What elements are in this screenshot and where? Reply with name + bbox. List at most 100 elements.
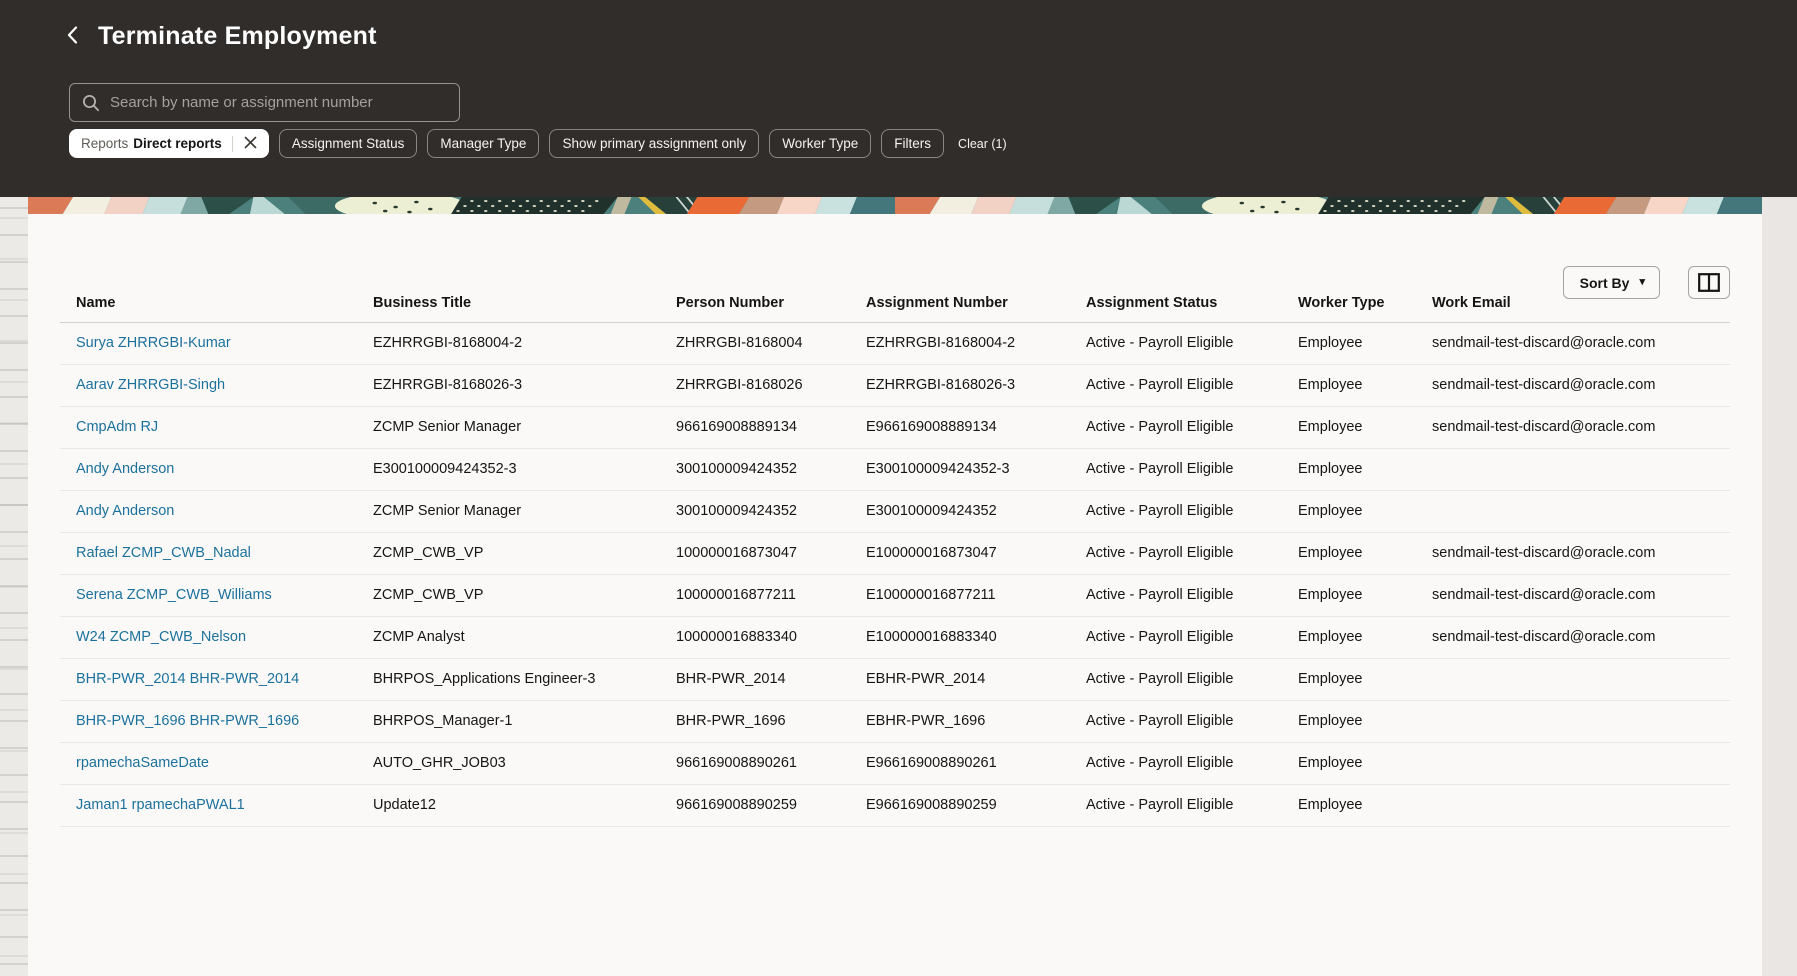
employee-name-link[interactable]: Rafael ZCMP_CWB_Nadal: [76, 545, 251, 561]
worker-type-cell: Employee: [1282, 574, 1416, 617]
assignment-number-cell: E300100009424352: [850, 490, 1070, 533]
table-row: rpamechaSameDate AUTO_GHR_JOB03 96616900…: [60, 742, 1730, 785]
column-header-name: Name: [60, 284, 357, 323]
person-number-cell: ZHRRGBI-8168004: [660, 322, 850, 365]
assignment-status-cell: Active - Payroll Eligible: [1070, 658, 1282, 701]
person-number-cell: ZHRRGBI-8168026: [660, 364, 850, 407]
active-filter-chip-reports[interactable]: Reports Direct reports: [69, 129, 269, 158]
employee-name-link[interactable]: W24 ZCMP_CWB_Nelson: [76, 629, 246, 645]
assignment-status-cell: Active - Payroll Eligible: [1070, 490, 1282, 533]
person-number-cell: 966169008890261: [660, 742, 850, 785]
assignment-number-cell: EZHRRGBI-8168004-2: [850, 322, 1070, 365]
chevron-left-icon: [67, 26, 78, 47]
person-number-cell: 100000016883340: [660, 616, 850, 659]
assignment-status-cell: Active - Payroll Eligible: [1070, 448, 1282, 491]
worker-type-cell: Employee: [1282, 322, 1416, 365]
worker-type-cell: Employee: [1282, 616, 1416, 659]
employee-name-link[interactable]: rpamechaSameDate: [76, 755, 209, 771]
work-email-cell: [1416, 784, 1730, 827]
clear-filters-link[interactable]: Clear (1): [958, 137, 1007, 151]
assignment-number-cell: E300100009424352-3: [850, 448, 1070, 491]
employee-name-link[interactable]: BHR-PWR_1696 BHR-PWR_1696: [76, 713, 299, 729]
table-row: Jaman1 rpamechaPWAL1 Update12 9661690088…: [60, 784, 1730, 827]
filter-chip-assignment-status[interactable]: Assignment Status: [278, 129, 418, 158]
table-row: Andy Anderson E300100009424352-3 3001000…: [60, 448, 1730, 491]
business-title-cell: AUTO_GHR_JOB03: [357, 742, 660, 785]
search-icon: [82, 94, 100, 112]
filter-chip-manager-type[interactable]: Manager Type: [427, 129, 540, 158]
worker-type-cell: Employee: [1282, 784, 1416, 827]
worker-type-cell: Employee: [1282, 406, 1416, 449]
results-panel: Sort By ▾ Name Business Title Person Num…: [28, 214, 1762, 976]
column-header-assignment-status: Assignment Status: [1070, 284, 1282, 323]
employee-name-link[interactable]: Serena ZCMP_CWB_Williams: [76, 587, 272, 603]
worker-type-cell: Employee: [1282, 742, 1416, 785]
employee-name-link[interactable]: CmpAdm RJ: [76, 419, 158, 435]
person-number-cell: 100000016873047: [660, 532, 850, 575]
table-row: Serena ZCMP_CWB_Williams ZCMP_CWB_VP 100…: [60, 574, 1730, 617]
table-row: CmpAdm RJ ZCMP Senior Manager 9661690088…: [60, 406, 1730, 449]
search-box[interactable]: [69, 83, 460, 122]
assignment-number-cell: EBHR-PWR_1696: [850, 700, 1070, 743]
back-button[interactable]: [60, 23, 84, 51]
app-header: Terminate Employment Reports Direct repo…: [0, 0, 1797, 197]
assignment-status-cell: Active - Payroll Eligible: [1070, 574, 1282, 617]
business-title-cell: ZCMP Senior Manager: [357, 406, 660, 449]
table-row: BHR-PWR_2014 BHR-PWR_2014 BHRPOS_Applica…: [60, 658, 1730, 701]
column-header-business-title: Business Title: [357, 284, 660, 323]
filter-chips-row: Reports Direct reports Assignment Status…: [69, 129, 1007, 158]
work-email-cell: [1416, 700, 1730, 743]
search-input[interactable]: [110, 94, 447, 111]
table-body: Surya ZHRRGBI-Kumar EZHRRGBI-8168004-2 Z…: [60, 322, 1730, 827]
employee-name-link[interactable]: Andy Anderson: [76, 461, 174, 477]
worker-type-cell: Employee: [1282, 532, 1416, 575]
work-email-cell: sendmail-test-discard@oracle.com: [1416, 532, 1730, 575]
business-title-cell: BHRPOS_Manager-1: [357, 700, 660, 743]
column-header-assignment-number: Assignment Number: [850, 284, 1070, 323]
business-title-cell: ZCMP_CWB_VP: [357, 532, 660, 575]
table-row: Andy Anderson ZCMP Senior Manager 300100…: [60, 490, 1730, 533]
work-email-cell: [1416, 742, 1730, 785]
employee-name-link[interactable]: BHR-PWR_2014 BHR-PWR_2014: [76, 671, 299, 687]
table-header-row: Name Business Title Person Number Assign…: [60, 284, 1730, 323]
assignment-status-cell: Active - Payroll Eligible: [1070, 616, 1282, 659]
page-title: Terminate Employment: [98, 22, 377, 50]
person-number-cell: 300100009424352: [660, 490, 850, 533]
employee-name-link[interactable]: Aarav ZHRRGBI-Singh: [76, 377, 225, 393]
business-title-cell: BHRPOS_Applications Engineer-3: [357, 658, 660, 701]
assignment-number-cell: E966169008890259: [850, 784, 1070, 827]
worker-type-cell: Employee: [1282, 658, 1416, 701]
work-email-cell: sendmail-test-discard@oracle.com: [1416, 574, 1730, 617]
workers-table: Name Business Title Person Number Assign…: [60, 284, 1730, 827]
workers-table-wrap: Name Business Title Person Number Assign…: [60, 284, 1730, 827]
filter-chip-filters[interactable]: Filters: [881, 129, 945, 158]
table-row: Rafael ZCMP_CWB_Nadal ZCMP_CWB_VP 100000…: [60, 532, 1730, 575]
assignment-status-cell: Active - Payroll Eligible: [1070, 784, 1282, 827]
close-icon[interactable]: [241, 134, 260, 153]
person-number-cell: BHR-PWR_2014: [660, 658, 850, 701]
worker-type-cell: Employee: [1282, 490, 1416, 533]
assignment-status-cell: Active - Payroll Eligible: [1070, 742, 1282, 785]
business-title-cell: E300100009424352-3: [357, 448, 660, 491]
filter-chip-worker-type[interactable]: Worker Type: [769, 129, 872, 158]
person-number-cell: 966169008889134: [660, 406, 850, 449]
employee-name-link[interactable]: Surya ZHRRGBI-Kumar: [76, 335, 231, 351]
work-email-cell: sendmail-test-discard@oracle.com: [1416, 406, 1730, 449]
table-row: Surya ZHRRGBI-Kumar EZHRRGBI-8168004-2 Z…: [60, 322, 1730, 365]
work-email-cell: [1416, 448, 1730, 491]
business-title-cell: EZHRRGBI-8168026-3: [357, 364, 660, 407]
employee-name-link[interactable]: Andy Anderson: [76, 503, 174, 519]
page-margin-texture: [0, 197, 28, 976]
worker-type-cell: Employee: [1282, 700, 1416, 743]
person-number-cell: BHR-PWR_1696: [660, 700, 850, 743]
assignment-number-cell: E100000016883340: [850, 616, 1070, 659]
assignment-status-cell: Active - Payroll Eligible: [1070, 700, 1282, 743]
person-number-cell: 100000016877211: [660, 574, 850, 617]
filter-chip-show-primary-assignment-only[interactable]: Show primary assignment only: [549, 129, 760, 158]
person-number-cell: 300100009424352: [660, 448, 850, 491]
employee-name-link[interactable]: Jaman1 rpamechaPWAL1: [76, 797, 245, 813]
worker-type-cell: Employee: [1282, 448, 1416, 491]
person-number-cell: 966169008890259: [660, 784, 850, 827]
column-header-person-number: Person Number: [660, 284, 850, 323]
assignment-status-cell: Active - Payroll Eligible: [1070, 322, 1282, 365]
